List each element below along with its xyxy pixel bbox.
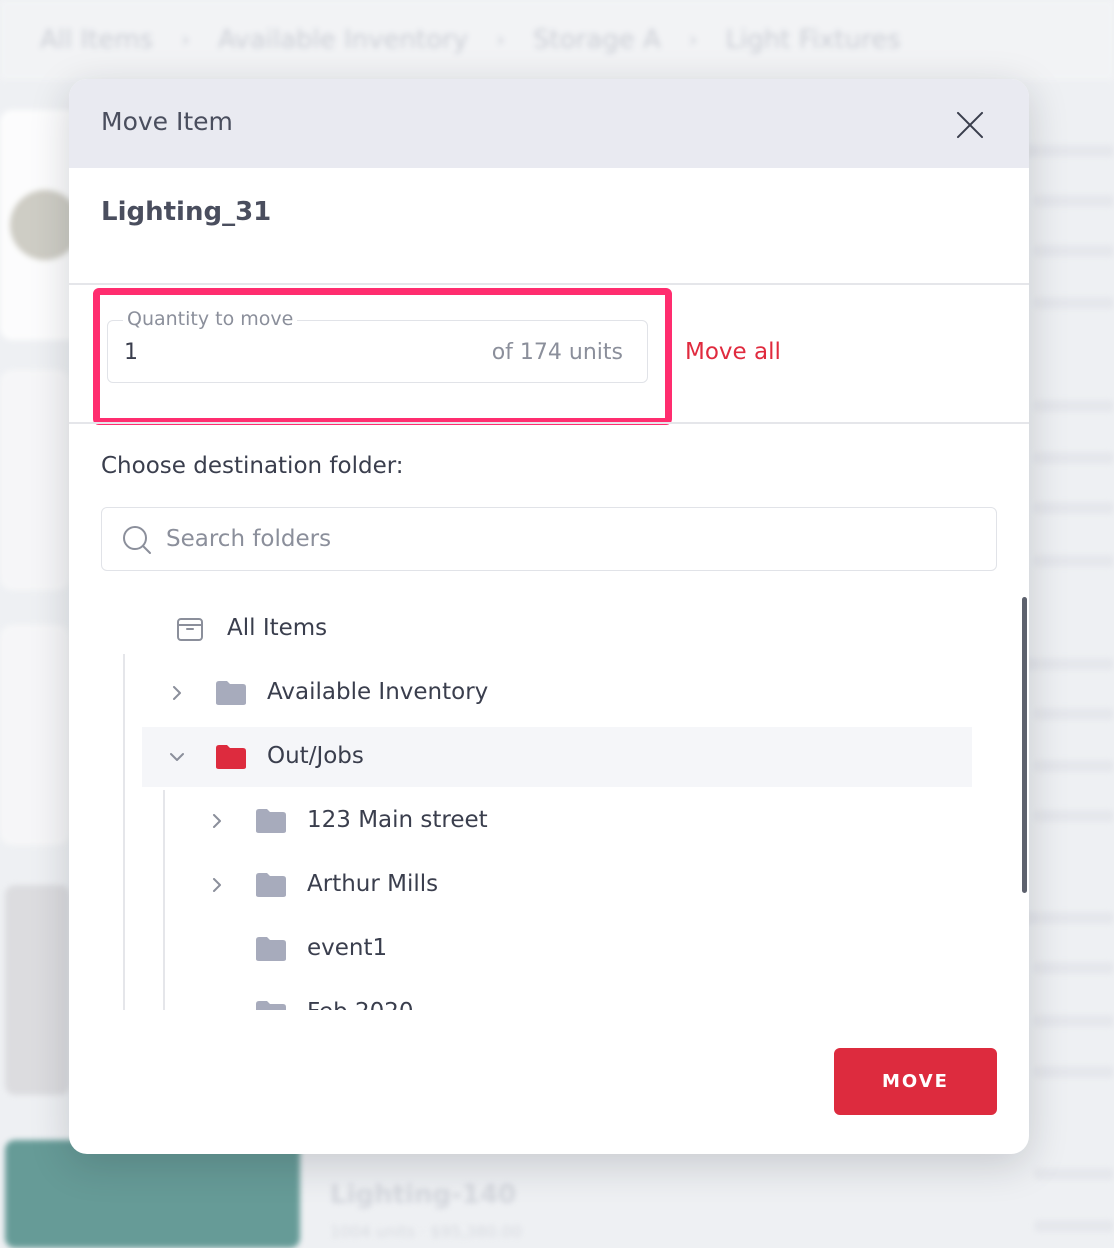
bg-crumb-3: Light Fixtures	[725, 25, 901, 55]
tree-item-event1[interactable]: event1	[69, 919, 1029, 979]
move-item-modal: Move Item Lighting_31 Quantity to move 1…	[69, 79, 1029, 1154]
quantity-value[interactable]: 1	[124, 340, 138, 365]
divider-top	[69, 283, 1029, 285]
destination-label: Choose destination folder:	[101, 453, 404, 479]
tree-item-available-inventory[interactable]: Available Inventory	[69, 663, 1029, 723]
bg-card-3	[0, 625, 70, 845]
chevron-down-icon[interactable]	[170, 750, 184, 764]
bg-thumbnail-4	[5, 1140, 300, 1248]
quantity-suffix: of 174 units	[491, 340, 623, 365]
background-breadcrumb: All Items › Available Inventory › Storag…	[0, 0, 1114, 80]
bg-next-item-title: Lighting-140	[330, 1180, 517, 1210]
chevron-right-icon[interactable]	[210, 878, 224, 892]
modal-title: Move Item	[101, 107, 233, 136]
tree-label-out-jobs: Out/Jobs	[267, 743, 364, 769]
folder-icon	[256, 1001, 286, 1010]
box-icon	[177, 618, 203, 641]
tree-item-main-street[interactable]: 123 Main street	[69, 791, 1029, 851]
bg-crumb-2: Storage A	[533, 25, 661, 55]
item-name: Lighting_31	[101, 197, 272, 227]
folder-tree: All Items Available Inventory Out/Jobs 1…	[69, 594, 1029, 1010]
tree-item-feb[interactable]: Feb 2020	[69, 983, 1029, 1010]
tree-item-arthur-mills[interactable]: Arthur Mills	[69, 855, 1029, 915]
chevron-right-icon[interactable]	[170, 686, 184, 700]
tree-label-available-inventory: Available Inventory	[267, 679, 489, 705]
tree-item-all-items[interactable]: All Items	[69, 599, 1029, 659]
tree-label-all-items: All Items	[227, 615, 328, 641]
modal-header: Move Item	[69, 79, 1029, 168]
tree-scrollbar[interactable]	[1022, 597, 1027, 893]
quantity-field[interactable]: Quantity to move 1 of 174 units	[107, 308, 648, 383]
tree-label-main-street: 123 Main street	[307, 807, 488, 833]
move-all-link[interactable]: Move all	[685, 339, 781, 365]
close-icon[interactable]	[955, 110, 985, 140]
folder-icon	[256, 873, 286, 897]
bg-card-2	[0, 370, 70, 590]
search-icon	[123, 526, 151, 554]
tree-label-event1: event1	[307, 935, 388, 961]
chevron-right-icon[interactable]	[210, 814, 224, 828]
bg-crumb-1: Available Inventory	[218, 25, 469, 55]
folder-icon	[256, 809, 286, 833]
quantity-label: Quantity to move	[123, 308, 298, 330]
tree-label-feb: Feb 2020	[307, 999, 414, 1010]
bg-next-item-meta: 1004 units · $95,380.00	[330, 1222, 523, 1241]
folder-search-box[interactable]	[101, 507, 997, 571]
folder-icon	[216, 681, 246, 705]
bg-crumb-0: All Items	[40, 25, 154, 55]
move-button[interactable]: MOVE	[834, 1048, 997, 1115]
folder-icon	[256, 937, 286, 961]
folder-icon	[216, 745, 246, 769]
tree-label-arthur-mills: Arthur Mills	[307, 871, 439, 897]
bg-thumbnail-3	[5, 885, 70, 1095]
divider-middle	[69, 422, 1029, 424]
folder-search-input[interactable]	[166, 520, 966, 558]
tree-item-out-jobs[interactable]: Out/Jobs	[142, 727, 972, 787]
